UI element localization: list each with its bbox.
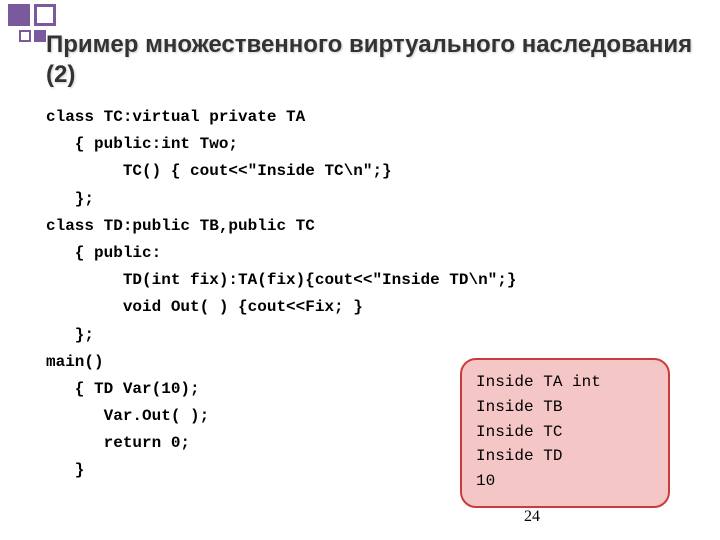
- slide-content: Пример множественного виртуального насле…: [0, 0, 720, 485]
- code-block: class TC:virtual private TA { public:int…: [46, 104, 710, 485]
- page-number: 24: [524, 508, 540, 526]
- slide-title: Пример множественного виртуального насле…: [46, 30, 710, 90]
